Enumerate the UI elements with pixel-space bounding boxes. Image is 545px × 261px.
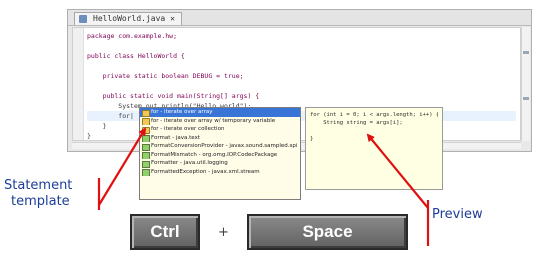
statement-arrow xyxy=(98,127,147,206)
ctrl-key: Ctrl xyxy=(130,214,200,250)
space-key-label: Space xyxy=(302,222,353,241)
ctrl-key-label: Ctrl xyxy=(150,222,180,241)
plus-sign: + xyxy=(218,225,229,240)
preview-arrow xyxy=(366,133,429,209)
space-key: Space xyxy=(247,214,408,250)
